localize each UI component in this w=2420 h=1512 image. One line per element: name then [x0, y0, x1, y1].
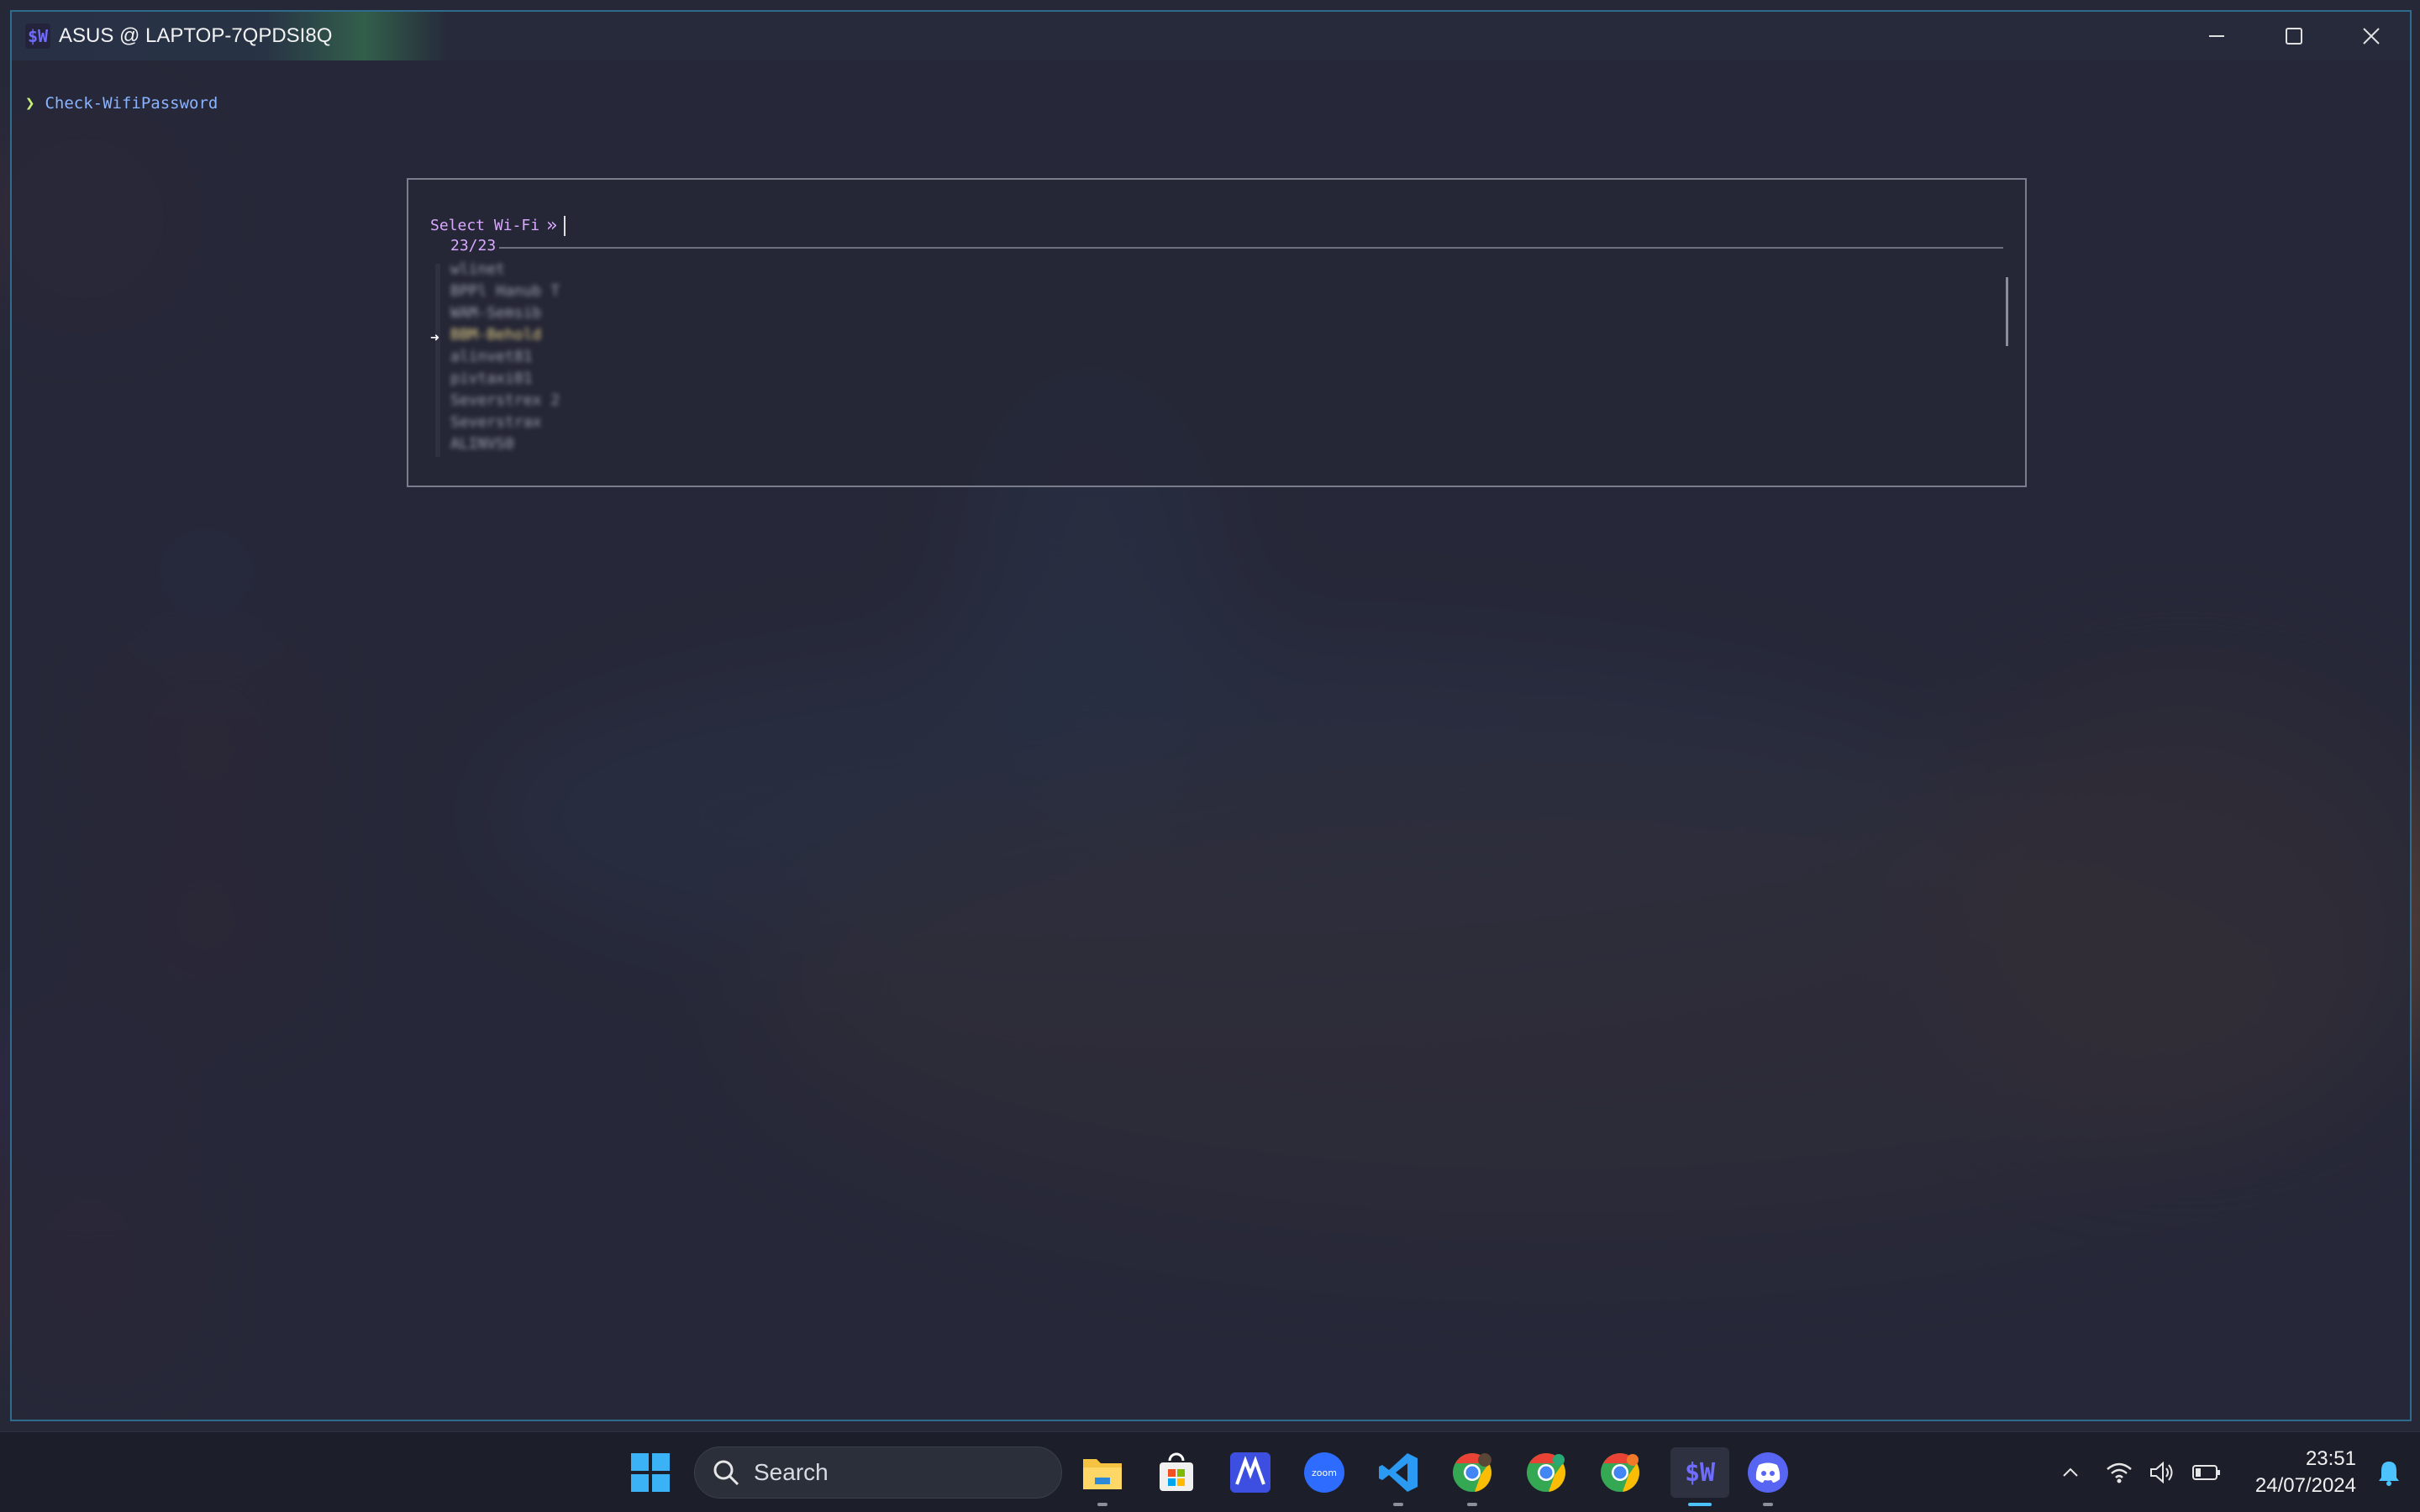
- wifi-network-item[interactable]: alinvet81: [450, 346, 560, 368]
- taskbar-marvel-app[interactable]: [1227, 1449, 1274, 1496]
- wifi-network-item[interactable]: Severstrex 2: [450, 390, 560, 412]
- search-placeholder: Search: [754, 1459, 829, 1485]
- microsoft-store-icon: [1160, 1452, 1193, 1491]
- chrome-icon: [1527, 1453, 1565, 1492]
- speaker-icon: [2150, 1461, 2173, 1484]
- quick-settings-button[interactable]: [2106, 1461, 2222, 1484]
- maximize-icon: [2286, 28, 2302, 45]
- taskbar-vscode[interactable]: [1375, 1449, 1422, 1506]
- vscode-icon: [1379, 1453, 1418, 1492]
- wifi-picker-dialog: Select Wi-Fi » 23/23 ➜ wlinet BPPl Hanub …: [407, 178, 2027, 487]
- clock[interactable]: 23:51 24/07/2024: [2255, 1446, 2356, 1499]
- command-text: Check-WifiPassword: [45, 94, 218, 113]
- notifications-button[interactable]: [2376, 1459, 2402, 1490]
- taskbar-microsoft-store[interactable]: [1153, 1449, 1200, 1496]
- battery-icon: [2192, 1465, 2220, 1480]
- divider: [499, 247, 2003, 249]
- running-indicator: [1763, 1503, 1773, 1506]
- taskbar-discord[interactable]: [1744, 1449, 1791, 1506]
- close-button[interactable]: [2333, 12, 2410, 60]
- wifi-network-item[interactable]: BBM-Behold: [450, 324, 560, 346]
- wifi-network-item[interactable]: BPPl Hanub T: [450, 281, 560, 302]
- maximize-button[interactable]: [2255, 12, 2333, 60]
- minimize-button[interactable]: [2178, 12, 2255, 60]
- search-icon: [713, 1460, 739, 1486]
- wifi-network-item[interactable]: ALINVS0: [450, 433, 560, 455]
- running-indicator: [1097, 1503, 1107, 1506]
- minimize-icon: [2209, 35, 2224, 37]
- taskbar-chrome-3[interactable]: [1597, 1449, 1644, 1496]
- running-indicator: [1467, 1503, 1477, 1506]
- taskbar: Search zoom $W 23:51 24/07/2024: [0, 1431, 2420, 1512]
- marvel-app-icon: [1230, 1452, 1270, 1493]
- list-gutter: [435, 264, 440, 457]
- match-count: 23/23: [450, 237, 497, 255]
- clock-date: 24/07/2024: [2254, 1474, 2356, 1497]
- bell-icon: [2379, 1462, 2399, 1486]
- taskbar-chrome-2[interactable]: [1523, 1449, 1570, 1496]
- start-button[interactable]: [627, 1449, 674, 1496]
- taskbar-zoom[interactable]: zoom: [1301, 1449, 1348, 1496]
- window-title: ASUS @ LAPTOP-7QPDSI8Q: [59, 24, 333, 47]
- chevron-right-icon: »: [546, 215, 558, 236]
- terminal-icon: $W: [1684, 1457, 1716, 1488]
- terminal-window[interactable]: $W ASUS @ LAPTOP-7QPDSI8Q ❯ Check-WifiPa…: [10, 10, 2412, 1421]
- taskbar-search-box[interactable]: Search: [694, 1446, 1062, 1499]
- wifi-network-item[interactable]: wlinet: [450, 259, 560, 281]
- discord-icon: [1748, 1452, 1788, 1493]
- wifi-network-item[interactable]: pivtaxi01: [450, 368, 560, 390]
- svg-text:zoom: zoom: [1312, 1467, 1337, 1478]
- show-hidden-icons-button[interactable]: [2050, 1462, 2091, 1483]
- taskbar-chrome-1[interactable]: [1449, 1449, 1496, 1506]
- file-explorer-icon: [1083, 1459, 1122, 1489]
- terminal-prompt-line: ❯ Check-WifiPassword: [25, 94, 218, 113]
- chrome-icon: [1453, 1453, 1491, 1492]
- wifi-network-item[interactable]: WAM-Semsib: [450, 302, 560, 324]
- close-icon: [2363, 28, 2380, 45]
- running-indicator: [1393, 1503, 1403, 1506]
- wifi-network-list: wlinet BPPl Hanub T WAM-Semsib BBM-Behold al…: [450, 259, 560, 455]
- active-indicator: [1688, 1503, 1712, 1506]
- title-bar[interactable]: $W ASUS @ LAPTOP-7QPDSI8Q: [12, 12, 2410, 60]
- taskbar-file-explorer[interactable]: [1079, 1449, 1126, 1506]
- pointer-arrow-icon: ➜: [430, 329, 439, 347]
- chrome-icon: [1601, 1453, 1639, 1492]
- prompt-symbol: ❯: [25, 94, 35, 113]
- scrollbar[interactable]: [2006, 277, 2008, 346]
- taskbar-terminal[interactable]: $W: [1670, 1447, 1729, 1506]
- clock-time: 23:51: [2305, 1447, 2356, 1470]
- query-input[interactable]: [564, 215, 566, 236]
- system-tray: [2050, 1432, 2222, 1512]
- zoom-icon: zoom: [1304, 1452, 1344, 1493]
- wifi-icon: [2107, 1462, 2132, 1483]
- windows-start-icon: [631, 1453, 670, 1492]
- wifi-network-item[interactable]: Severstrax: [450, 412, 560, 433]
- picker-prompt: Select Wi-Fi »: [430, 215, 566, 236]
- terminal-app-icon: $W: [25, 24, 50, 49]
- picker-label: Select Wi-Fi: [430, 217, 540, 234]
- chevron-up-icon: [2063, 1467, 2078, 1477]
